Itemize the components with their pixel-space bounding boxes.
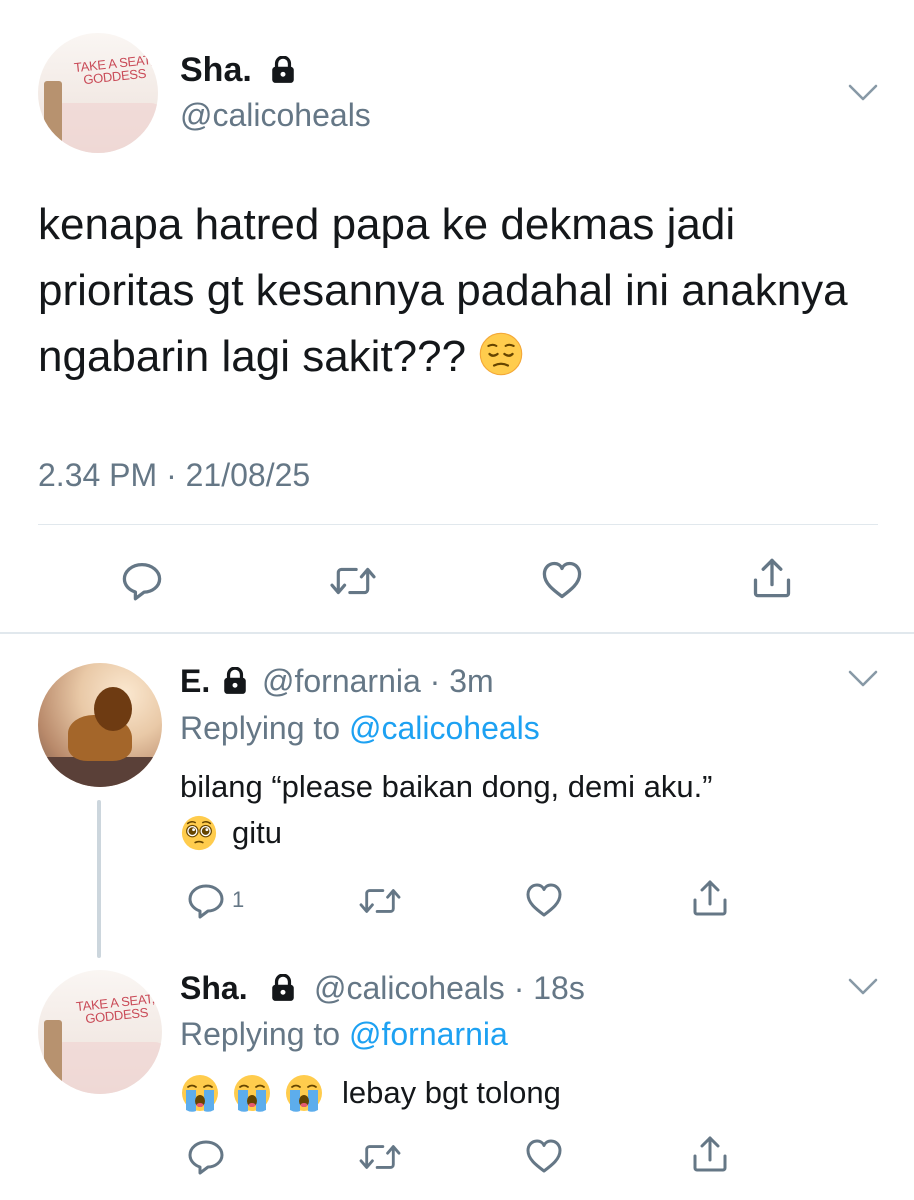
- like-button[interactable]: [540, 558, 584, 602]
- reply-icon: [186, 880, 226, 920]
- author-name[interactable]: Sha.: [180, 970, 248, 1007]
- avatar[interactable]: [38, 663, 162, 787]
- pensive-face-icon: [478, 331, 524, 377]
- tweet-timestamp[interactable]: 2.34 PM · 21/08/25: [38, 457, 310, 494]
- loudly-crying-face-icon: [180, 1073, 220, 1113]
- avatar[interactable]: TAKE A SEAT, GODDESS: [38, 970, 162, 1094]
- lock-icon: [270, 974, 296, 1002]
- reply-time: 18s: [533, 970, 585, 1006]
- replying-to: Replying to @fornarnia: [180, 1016, 508, 1053]
- meta-separator: ·: [420, 663, 450, 699]
- reply-text-line: bilang “please baikan dong, demi aku.”: [180, 769, 713, 804]
- tweet-text-content: kenapa hatred papa ke dekmas jadi priori…: [38, 200, 848, 381]
- author-name[interactable]: Sha.: [180, 51, 252, 90]
- reply-text-suffix: gitu: [232, 815, 282, 850]
- divider: [38, 524, 878, 525]
- loudly-crying-face-icon: [284, 1073, 324, 1113]
- like-button[interactable]: [524, 1136, 564, 1176]
- retweet-icon: [329, 560, 377, 602]
- reply-button[interactable]: [186, 1136, 226, 1176]
- chevron-down-icon[interactable]: [848, 84, 878, 102]
- tweet-text: kenapa hatred papa ke dekmas jadi priori…: [38, 192, 878, 390]
- retweet-button[interactable]: [358, 1138, 402, 1176]
- avatar-cushion: [48, 103, 158, 153]
- author-handle-text: @calicoheals: [314, 970, 505, 1006]
- chevron-down-icon[interactable]: [848, 670, 878, 688]
- reply-button[interactable]: [120, 558, 164, 602]
- loudly-crying-face-icon: [232, 1073, 272, 1113]
- meta-separator: ·: [504, 970, 534, 1006]
- replying-to-link[interactable]: @calicoheals: [349, 710, 540, 746]
- section-divider: [0, 632, 914, 634]
- avatar-lion-mane: [94, 687, 132, 731]
- share-icon: [690, 1134, 730, 1174]
- replying-to-prefix: Replying to: [180, 710, 341, 746]
- avatar-cushion: [48, 1042, 162, 1094]
- replying-to-prefix: Replying to: [180, 1016, 341, 1052]
- replying-to: Replying to @calicoheals: [180, 710, 540, 747]
- replying-to-link[interactable]: @fornarnia: [349, 1016, 508, 1052]
- avatar-seat-text: TAKE A SEAT, GODDESS: [73, 51, 154, 88]
- lock-icon: [222, 667, 248, 695]
- heart-icon: [540, 558, 584, 602]
- reply-time: 3m: [449, 663, 494, 699]
- reply-text-line: gitu: [180, 810, 860, 856]
- heart-icon: [524, 1136, 564, 1176]
- chevron-down-icon[interactable]: [848, 978, 878, 996]
- reply-text: lebay bgt tolong: [180, 1070, 860, 1116]
- retweet-button[interactable]: [329, 560, 377, 602]
- share-button[interactable]: [690, 1134, 730, 1174]
- reply-text-content: lebay bgt tolong: [342, 1075, 561, 1110]
- like-button[interactable]: [524, 880, 564, 920]
- author-handle-text: @fornarnia: [262, 663, 421, 699]
- share-button[interactable]: [750, 556, 794, 600]
- thread-line: [97, 800, 101, 958]
- pleading-face-icon: [180, 814, 218, 852]
- author-handle[interactable]: @fornarnia · 3m: [262, 663, 494, 700]
- retweet-icon: [358, 1138, 402, 1176]
- share-icon: [690, 878, 730, 918]
- avatar-ground: [38, 757, 162, 787]
- reply-text: bilang “please baikan dong, demi aku.” g…: [180, 764, 860, 856]
- share-icon: [750, 556, 794, 600]
- share-button[interactable]: [690, 878, 730, 918]
- lock-icon: [270, 56, 296, 84]
- avatar-chair-arm: [44, 81, 62, 153]
- heart-icon: [524, 880, 564, 920]
- reply-icon: [186, 1136, 226, 1176]
- reply-icon: [120, 558, 164, 602]
- avatar-chair-arm: [44, 1020, 62, 1094]
- author-handle[interactable]: @calicoheals: [180, 97, 371, 134]
- author-name[interactable]: E.: [180, 663, 210, 700]
- retweet-icon: [358, 882, 402, 920]
- avatar-seat-text: TAKE A SEAT, GODDESS: [75, 990, 156, 1027]
- avatar[interactable]: TAKE A SEAT, GODDESS: [38, 33, 158, 153]
- reply-button[interactable]: 1: [186, 880, 244, 920]
- retweet-button[interactable]: [358, 882, 402, 920]
- author-handle[interactable]: @calicoheals · 18s: [314, 970, 585, 1007]
- reply-count: 1: [232, 887, 245, 912]
